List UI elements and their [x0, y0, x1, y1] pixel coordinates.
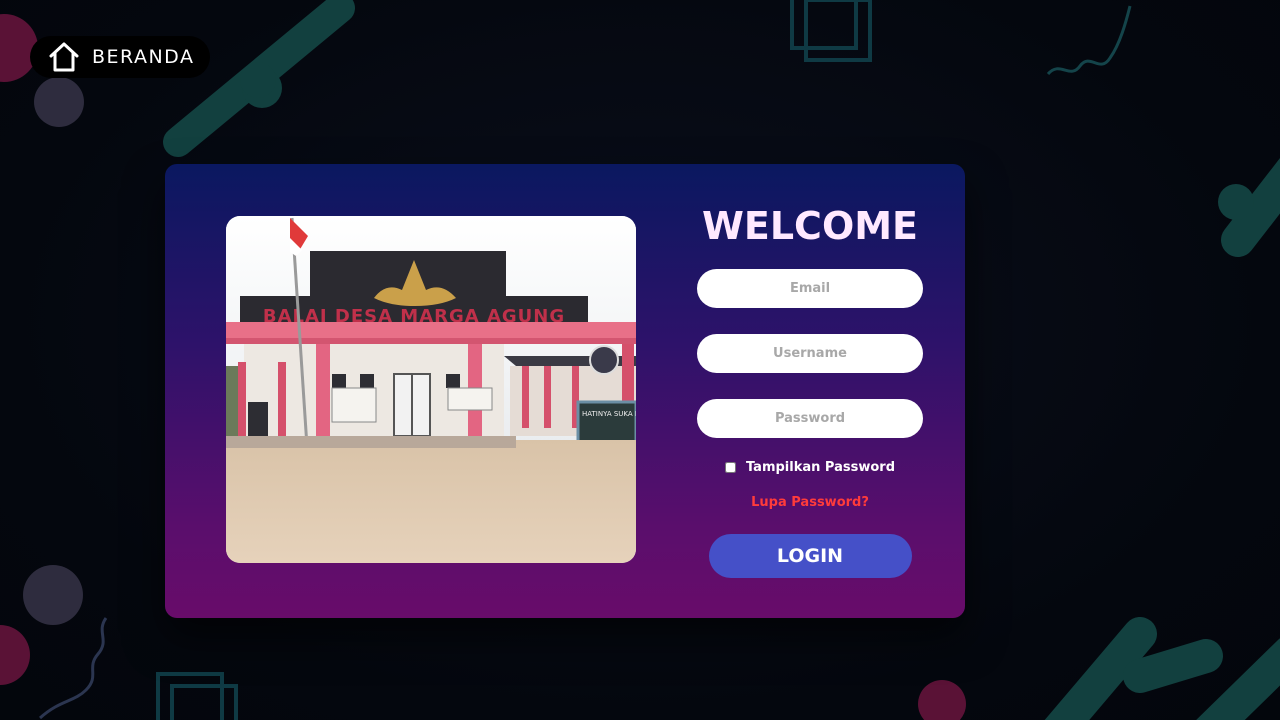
forgot-password-link[interactable]: Lupa Password?	[751, 495, 869, 510]
username-input[interactable]	[697, 334, 923, 373]
show-password-checkbox[interactable]	[724, 462, 736, 473]
login-card: BALAI DESA MARGA AGUNG HATINYA SUKA WELC…	[165, 164, 965, 618]
login-form: WELCOME Tampilkan Password Lupa Password…	[685, 194, 935, 578]
photo-board-text: HATINYA SUKA PKK	[582, 410, 636, 418]
email-input[interactable]	[697, 269, 923, 308]
welcome-title: WELCOME	[701, 204, 919, 248]
login-button[interactable]: LOGIN	[708, 534, 912, 578]
home-icon	[46, 39, 82, 75]
password-input[interactable]	[697, 399, 923, 438]
login-page: BERANDA BALAI DESA MARGA AGUNG HATINYA S…	[0, 0, 1280, 720]
show-password-label: Tampilkan Password	[745, 460, 895, 475]
beranda-home-button[interactable]: BERANDA	[30, 36, 210, 78]
beranda-label: BERANDA	[92, 46, 195, 68]
village-hall-photo: BALAI DESA MARGA AGUNG HATINYA SUKA	[226, 216, 636, 563]
show-password-toggle[interactable]: Tampilkan Password	[685, 460, 935, 475]
